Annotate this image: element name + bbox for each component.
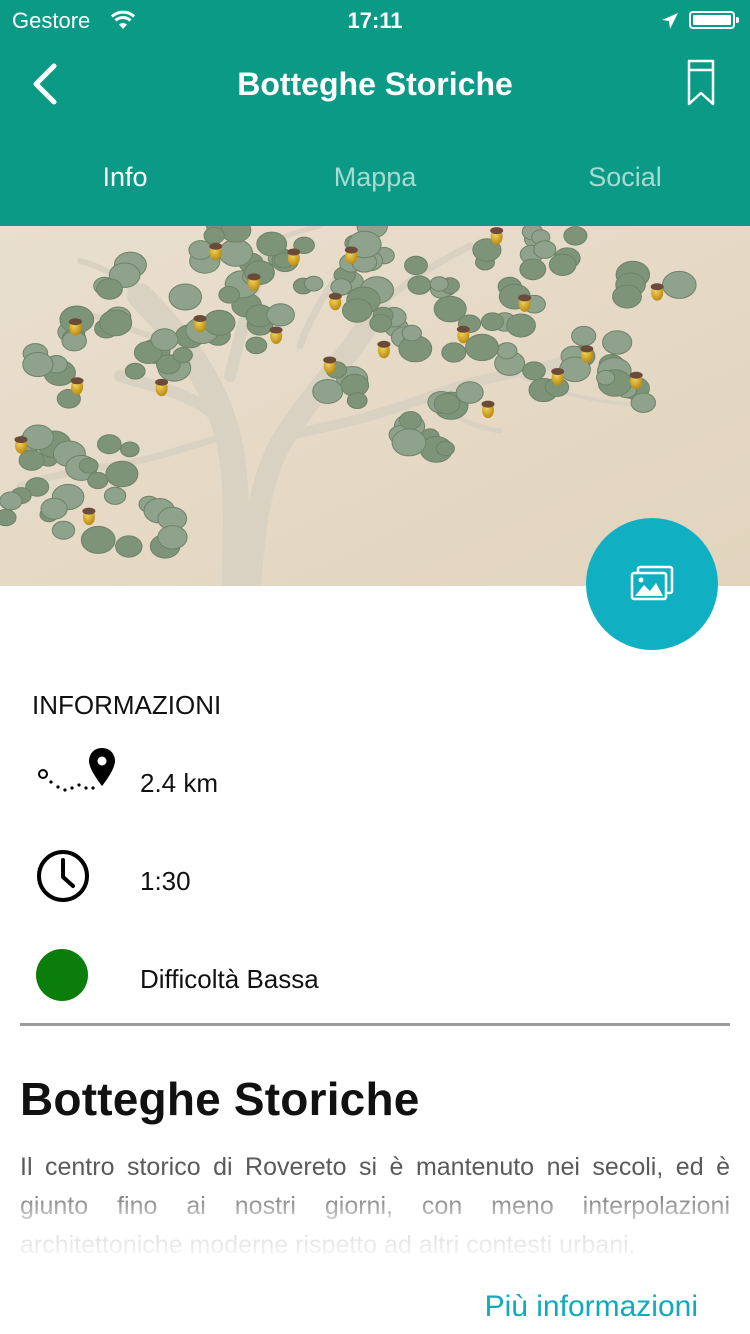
difficulty-value: Difficoltà Bassa	[140, 964, 319, 994]
status-bar: Gestore 17:11	[0, 0, 750, 40]
distance-row: 2.4 km	[0, 748, 750, 808]
duration-value: 1:30	[140, 866, 191, 896]
gallery-button[interactable]	[586, 518, 718, 650]
tab-info[interactable]: Info	[0, 162, 250, 193]
tab-bar: Info Mappa Social	[0, 150, 750, 210]
route-pin-icon	[38, 748, 115, 792]
distance-value: 2.4 km	[140, 768, 219, 798]
bookmark-button[interactable]	[684, 58, 718, 108]
battery-icon	[689, 11, 739, 29]
chevron-left-icon	[33, 63, 57, 105]
difficulty-dot-icon	[36, 949, 88, 1001]
bookmark-icon	[687, 59, 715, 106]
info-section-title: INFORMAZIONI	[32, 690, 222, 720]
section-divider	[20, 1023, 730, 1026]
difficulty-row: Difficoltà Bassa	[0, 944, 750, 1004]
back-button[interactable]	[26, 62, 66, 106]
clock-icon	[37, 850, 89, 902]
location-arrow-icon	[662, 13, 678, 29]
clock: 17:11	[347, 8, 403, 33]
tab-social[interactable]: Social	[500, 162, 750, 193]
tab-mappa[interactable]: Mappa	[250, 162, 500, 193]
article-text: Il centro storico di Rovereto si è mante…	[20, 1153, 730, 1254]
page-title: Botteghe Storiche	[237, 66, 513, 102]
more-info-link[interactable]: Più informazioni	[485, 1290, 698, 1324]
app-header: Gestore 17:11 Botteghe Storiche Info Map…	[0, 0, 750, 226]
article-title: Botteghe Storiche	[20, 1073, 420, 1125]
duration-row: 1:30	[0, 846, 750, 906]
gallery-icon	[630, 565, 674, 601]
